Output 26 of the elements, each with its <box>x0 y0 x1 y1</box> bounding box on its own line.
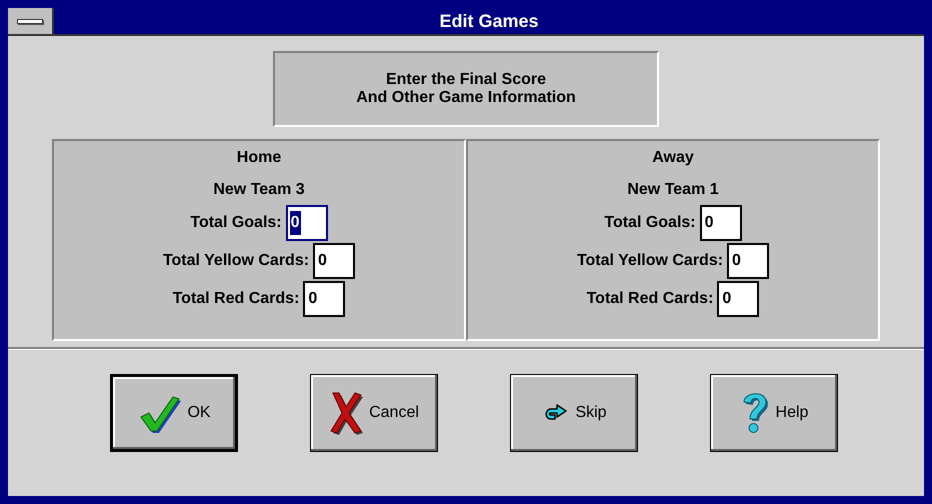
field-label: Total Goals: <box>190 213 282 233</box>
number-field[interactable]: 0 <box>303 281 346 317</box>
number-field[interactable]: 0 <box>727 243 770 279</box>
number-field[interactable]: 0 <box>286 205 328 241</box>
number-field[interactable]: 0 <box>700 205 742 241</box>
field-label: Total Yellow Cards: <box>576 251 724 271</box>
number-field[interactable]: 0 <box>717 281 760 317</box>
help-button[interactable]: Help <box>710 374 838 452</box>
team-side-label: Home <box>236 148 282 168</box>
instruction-text: Enter the Final Score <box>386 71 546 89</box>
instruction-text: And Other Game Information <box>356 89 576 107</box>
team-name: New Team 3 <box>213 180 305 200</box>
field-label: Total Red Cards: <box>586 289 714 309</box>
field-label: Total Red Cards: <box>172 289 300 309</box>
number-field[interactable]: 0 <box>313 243 356 279</box>
skip-button[interactable]: Skip <box>510 374 638 452</box>
system-menu-button[interactable] <box>8 8 54 34</box>
cancel-button[interactable]: Cancel <box>310 374 438 452</box>
window-title: Edit Games <box>439 10 539 32</box>
ok-button[interactable]: OK <box>110 374 238 452</box>
field-label: Total Yellow Cards: <box>162 251 310 271</box>
team-side-label: Away <box>652 148 694 168</box>
minus-icon <box>17 18 43 24</box>
cross-icon <box>329 391 364 435</box>
field-label: Total Goals: <box>604 213 696 233</box>
team-name: New Team 1 <box>627 180 719 200</box>
